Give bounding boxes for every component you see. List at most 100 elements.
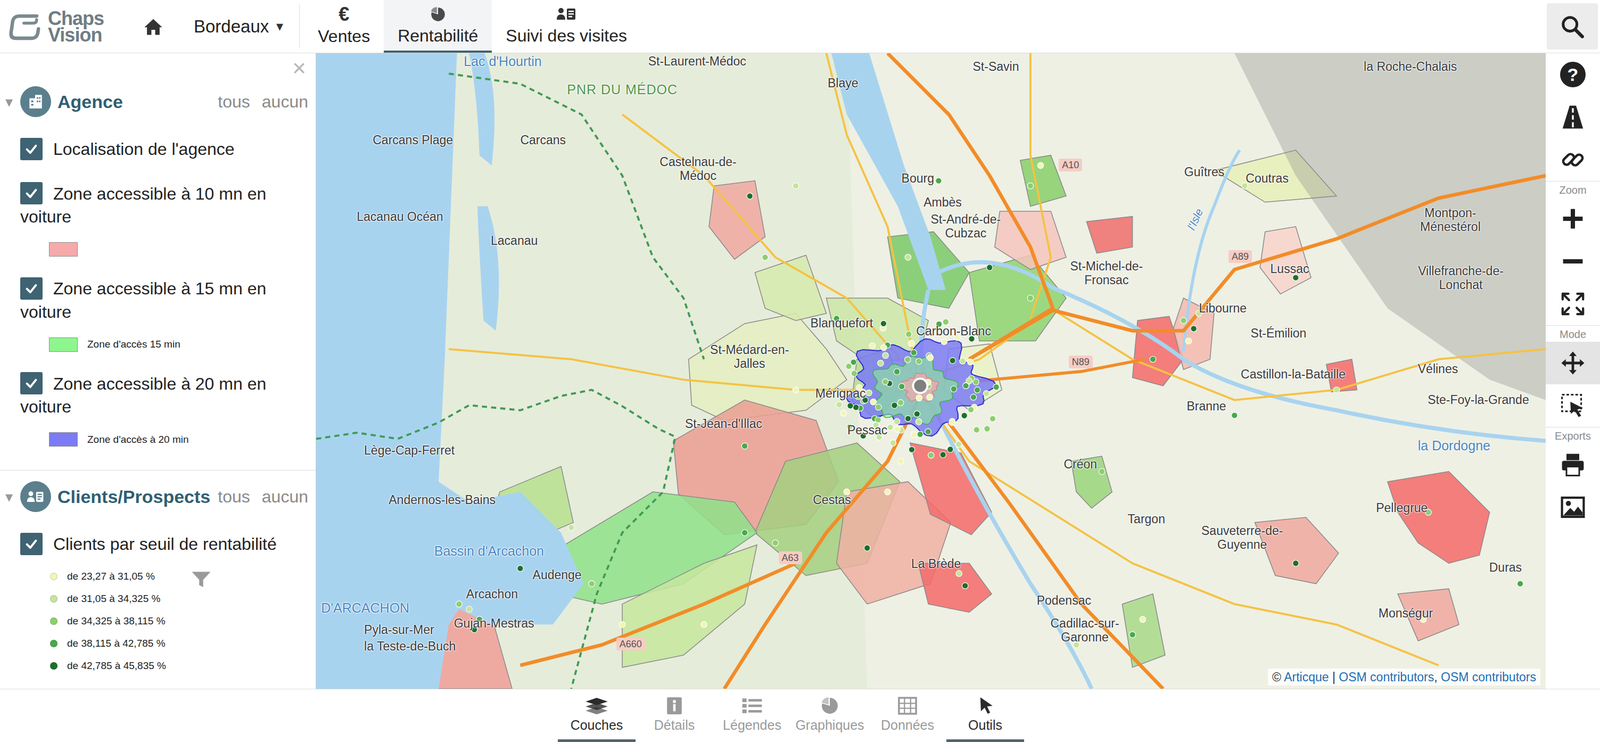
layers-icon xyxy=(584,695,609,716)
tab[interactable]: Suivi des visites xyxy=(491,0,641,53)
group-header[interactable]: ▾ Clients/Prospects tous aucun xyxy=(0,481,316,513)
map-label: La Brède xyxy=(911,556,961,571)
layer-legend xyxy=(20,242,305,257)
print-button[interactable] xyxy=(1545,443,1600,486)
group-header[interactable]: ▾Agencetousaucun xyxy=(0,86,316,118)
bottom-tab[interactable]: Détails xyxy=(635,689,714,742)
zoom-in-button[interactable] xyxy=(1545,197,1600,241)
map-label: Lussac xyxy=(1270,261,1310,276)
legend-list-icon xyxy=(739,695,765,716)
map-label: Castillon-la-Bataille xyxy=(1240,367,1346,382)
layer-label[interactable]: Clients par seuil de rentabilité xyxy=(20,533,305,557)
select-none-link[interactable]: aucun xyxy=(261,487,309,507)
tab[interactable]: Rentabilité xyxy=(383,0,492,53)
bottom-tab[interactable]: Légendes xyxy=(713,689,791,742)
layer-item: Zone accessible à 20 mn en voiture Zone d… xyxy=(0,373,316,448)
logo[interactable]: ChapsVision xyxy=(0,0,127,53)
logo-icon xyxy=(6,7,44,46)
bottom-tab[interactable]: Couches xyxy=(557,689,636,742)
map-label: Carcans Plage xyxy=(372,133,453,147)
move-icon xyxy=(1560,350,1586,376)
group-links: tous aucun xyxy=(217,92,309,112)
layer-checkbox[interactable] xyxy=(20,137,43,161)
bottom-tab[interactable]: Graphiques xyxy=(790,689,869,742)
map-label: la Teste-de-Buch xyxy=(364,639,456,654)
details-icon xyxy=(662,695,687,716)
pie-chart-icon xyxy=(429,5,448,24)
bottom-tab-label: Graphiques xyxy=(795,716,864,733)
select-mode-button[interactable] xyxy=(1545,384,1600,427)
route-button[interactable] xyxy=(1545,95,1600,139)
legend-dot xyxy=(50,595,58,603)
legend-label: Zone d'accès 15 min xyxy=(87,337,181,351)
attribution-link[interactable]: Articque xyxy=(1283,670,1329,684)
layer-checkbox[interactable] xyxy=(20,532,43,556)
help-icon: ? xyxy=(1560,61,1586,88)
map-label: Gujan-Mestras xyxy=(454,616,535,631)
caret-icon: ▾ xyxy=(276,18,284,35)
legend-label: Zone d'accès à 20 min xyxy=(87,433,189,447)
layer-checkbox[interactable] xyxy=(20,277,43,300)
legend-swatch xyxy=(48,432,78,447)
city-dropdown[interactable]: Bordeaux▾ xyxy=(179,4,300,49)
legend-item: de 34,325 à 38,115 % xyxy=(50,609,167,633)
map-label: la Roche-Chalais xyxy=(1363,59,1457,74)
map-label: A63 xyxy=(778,551,803,565)
select-all-link[interactable]: tous xyxy=(217,487,250,507)
bottom-tab-label: Couches xyxy=(570,716,624,733)
plus-icon xyxy=(1560,206,1586,232)
toolbar-section-label: Exports xyxy=(1545,426,1600,444)
legend-list: de 23,27 à 31,05 %de 31,05 à 34,325 %de … xyxy=(50,565,167,678)
minus-icon xyxy=(1560,249,1586,274)
group-title: Clients/Prospects xyxy=(57,486,211,508)
attribution-link[interactable]: OSM contributors xyxy=(1440,670,1537,684)
legend-list: Zone d'accès 15 min xyxy=(48,337,181,352)
map-label: St-Médard-en-Jalles xyxy=(709,342,790,371)
image-icon xyxy=(1560,494,1586,521)
check-icon xyxy=(23,185,39,201)
bottom-tab[interactable]: Données xyxy=(868,689,947,742)
caret-icon[interactable]: ▾ xyxy=(5,93,21,111)
map-label: Mérignac xyxy=(815,386,867,401)
bottom-tab-label: Outils xyxy=(968,716,1003,733)
attribution-text: , xyxy=(1433,670,1441,684)
layer-checkbox[interactable] xyxy=(20,372,43,395)
legend-list: Zone d'accès à 20 min xyxy=(48,432,189,447)
building-icon xyxy=(20,86,52,118)
map-label: Castelnau-de-Médoc xyxy=(655,154,741,183)
map-label: Lac d'Hourtin xyxy=(463,54,542,69)
select-all-link[interactable]: tous xyxy=(217,92,250,112)
help-button[interactable]: ? xyxy=(1545,53,1600,96)
map-label: Sauveterre-de-Guyenne xyxy=(1191,523,1293,552)
filter-icon[interactable] xyxy=(190,568,212,590)
map-label: St-Laurent-Médoc xyxy=(648,54,747,69)
pan-mode-button[interactable] xyxy=(1545,341,1600,385)
map-label: Carcans xyxy=(520,133,566,147)
map[interactable]: Lac d'HourtinPNR DU MÉDOCSt-Laurent-Médo… xyxy=(316,53,1546,689)
legend-item: de 23,27 à 31,05 % xyxy=(50,565,167,588)
search-button[interactable] xyxy=(1546,3,1598,50)
home-button[interactable] xyxy=(126,0,180,53)
tab[interactable]: €Ventes xyxy=(303,0,384,53)
layer-label[interactable]: Localisation de l'agence xyxy=(20,138,305,162)
map-label: Ambès xyxy=(923,195,962,210)
zoom-out-button[interactable] xyxy=(1545,240,1600,283)
close-button[interactable]: × xyxy=(292,55,307,81)
map-label: Blanquefort xyxy=(810,316,874,331)
image-export-button[interactable] xyxy=(1545,485,1600,529)
link-button[interactable] xyxy=(1545,138,1600,181)
selection-icon xyxy=(1560,392,1586,419)
separator xyxy=(0,469,316,471)
layer-checkbox[interactable] xyxy=(20,182,43,205)
caret-icon[interactable]: ▾ xyxy=(5,488,21,506)
layer-label[interactable]: Zone accessible à 20 mn en voiture xyxy=(20,373,305,418)
layer-label[interactable]: Zone accessible à 15 mn en voiture xyxy=(20,277,305,323)
layer-label[interactable]: Zone accessible à 10 mn en voiture xyxy=(20,183,305,228)
map-label: Villefranche-de-Lonchat xyxy=(1413,264,1509,292)
cursor-icon xyxy=(972,695,998,716)
bottom-tab[interactable]: Outils xyxy=(946,689,1025,742)
fit-button[interactable] xyxy=(1545,282,1600,326)
select-none-link[interactable]: aucun xyxy=(261,92,309,112)
attribution-link[interactable]: OSM contributors xyxy=(1338,670,1434,684)
map-label: D'ARCACHON xyxy=(320,600,410,615)
